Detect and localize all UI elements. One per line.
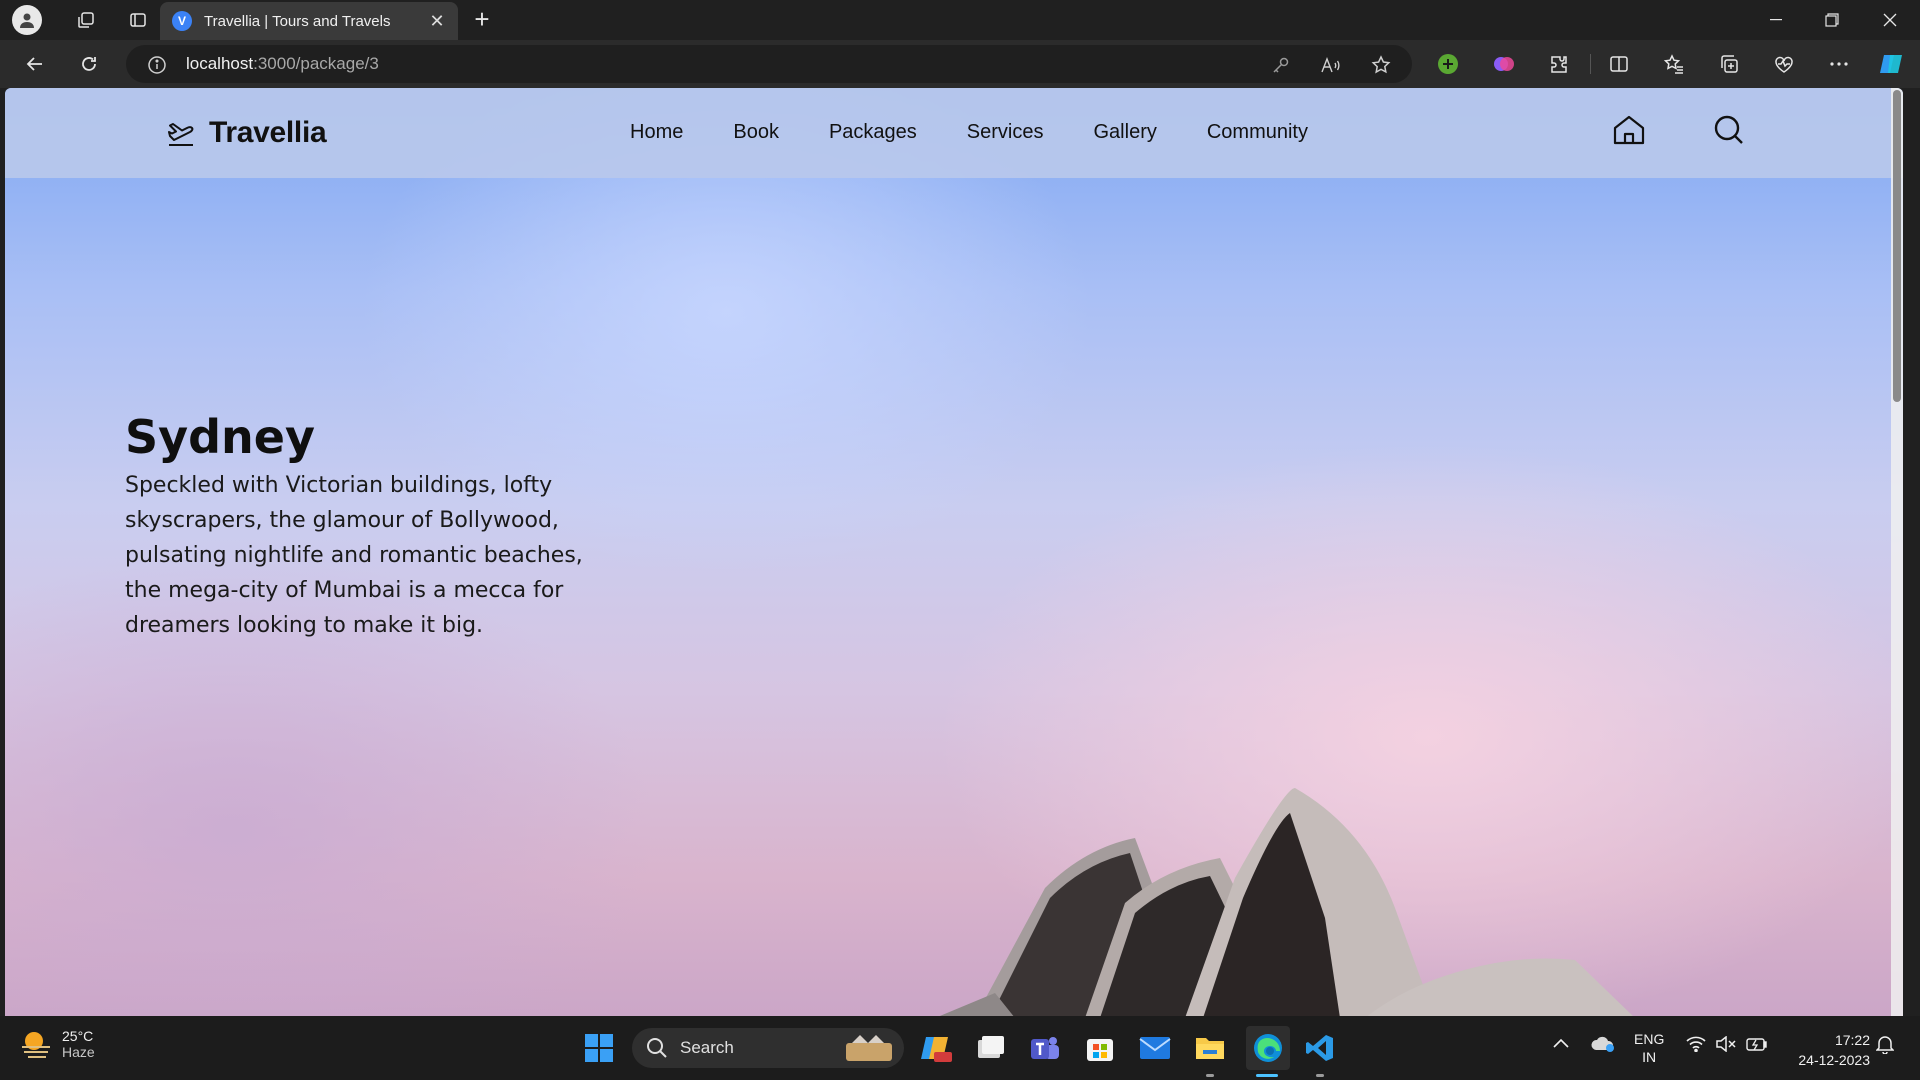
search-icon[interactable]	[1709, 110, 1749, 150]
url-host: localhost	[186, 54, 254, 73]
new-tab-icon[interactable]: +	[468, 6, 496, 34]
notifications-icon[interactable]	[1875, 1034, 1895, 1057]
search-icon	[647, 1038, 667, 1058]
onedrive-icon[interactable]	[1590, 1034, 1616, 1057]
favorites-icon[interactable]	[1660, 50, 1688, 78]
site-info-icon[interactable]	[144, 52, 170, 78]
task-view-icon[interactable]	[973, 1030, 1009, 1066]
browser-tab-bar: V Travellia | Tours and Travels ✕ +	[0, 0, 1920, 40]
language-indicator[interactable]: ENG IN	[1634, 1030, 1664, 1066]
search-highlight-icon	[846, 1035, 892, 1061]
running-indicator	[1316, 1074, 1324, 1077]
region-code: IN	[1642, 1049, 1657, 1065]
refresh-icon[interactable]	[72, 48, 106, 80]
sun-haze-icon	[22, 1032, 50, 1058]
weather-condition: Haze	[62, 1044, 95, 1060]
sydney-opera-house-image	[939, 788, 1633, 1016]
split-screen-icon[interactable]	[1605, 50, 1633, 78]
microsoft-store-icon[interactable]	[1082, 1030, 1118, 1066]
back-icon[interactable]	[18, 48, 52, 80]
profile-icon[interactable]	[12, 5, 42, 35]
start-icon[interactable]	[581, 1030, 617, 1066]
menu-gallery[interactable]: Gallery	[1094, 118, 1157, 146]
menu-packages[interactable]: Packages	[829, 118, 917, 146]
menu-services[interactable]: Services	[967, 118, 1044, 146]
clock-time: 17:22	[1834, 1032, 1870, 1048]
mail-icon[interactable]	[1137, 1030, 1173, 1066]
volume-muted-icon[interactable]	[1716, 1035, 1736, 1055]
scrollbar-thumb[interactable]	[1893, 90, 1901, 402]
active-app-indicator	[1256, 1074, 1278, 1077]
collections-icon[interactable]	[1715, 50, 1743, 78]
menu-home[interactable]: Home	[630, 118, 683, 146]
main-menu: Home Book Packages Services Gallery Comm…	[630, 118, 1308, 146]
more-icon[interactable]	[1825, 50, 1853, 78]
clock[interactable]: 17:22 24-12-2023	[1780, 1030, 1870, 1070]
browser-essentials-icon[interactable]	[1770, 50, 1798, 78]
favorite-star-icon[interactable]	[1368, 52, 1394, 78]
key-icon[interactable]	[1268, 52, 1294, 78]
extension-brain-icon[interactable]	[1490, 50, 1518, 78]
teams-icon[interactable]	[1027, 1030, 1063, 1066]
vscode-icon[interactable]	[1302, 1030, 1338, 1066]
home-icon[interactable]	[1609, 110, 1649, 150]
copilot-icon[interactable]	[1878, 50, 1906, 78]
weather-widget[interactable]: 25°C Haze	[20, 1028, 95, 1060]
url-text[interactable]: localhost:3000/package/3	[186, 54, 379, 74]
hero-description: Speckled with Victorian buildings, lofty…	[125, 473, 583, 638]
extension-add-icon[interactable]	[1434, 50, 1462, 78]
clock-date: 24-12-2023	[1798, 1052, 1870, 1068]
address-bar[interactable]: localhost:3000/package/3	[126, 45, 1412, 83]
language-code: ENG	[1634, 1031, 1665, 1047]
tab-actions-icon[interactable]	[120, 4, 156, 36]
extensions-icon[interactable]	[1545, 50, 1573, 78]
running-indicator	[1206, 1074, 1214, 1077]
toolbar-divider	[1590, 54, 1591, 74]
url-path: :3000/package/3	[253, 54, 379, 73]
edge-browser-icon[interactable]	[1246, 1026, 1290, 1070]
restore-icon[interactable]	[1804, 0, 1860, 40]
menu-book[interactable]: Book	[733, 118, 779, 146]
active-tab[interactable]: V Travellia | Tours and Travels ✕	[160, 2, 458, 40]
tab-close-icon[interactable]: ✕	[426, 11, 448, 32]
minimize-icon[interactable]	[1748, 0, 1804, 40]
web-page: Travellia Home Book Packages Services Ga…	[5, 88, 1903, 1016]
page-scrollbar[interactable]	[1891, 88, 1903, 1016]
tab-favicon: V	[172, 11, 192, 31]
close-window-icon[interactable]	[1862, 0, 1918, 40]
site-navbar: Travellia Home Book Packages Services Ga…	[5, 88, 1903, 178]
weather-temperature: 25°C	[62, 1028, 94, 1044]
show-hidden-icons-icon[interactable]	[1552, 1036, 1570, 1052]
airplane-takeoff-icon	[165, 116, 199, 150]
wifi-icon[interactable]	[1686, 1036, 1706, 1055]
copilot-pre-app-icon[interactable]	[918, 1030, 954, 1066]
hero-title: Sydney	[125, 410, 315, 464]
browser-toolbar: localhost:3000/package/3	[0, 40, 1920, 88]
taskbar: 25°C Haze Search ENG IN 17:22 24-12-2023	[0, 1016, 1920, 1080]
workspaces-icon[interactable]	[68, 4, 104, 36]
site-logo[interactable]: Travellia	[165, 116, 327, 150]
taskbar-search-label: Search	[680, 1038, 734, 1057]
taskbar-search[interactable]: Search	[632, 1028, 904, 1068]
tab-title: Travellia | Tours and Travels	[204, 12, 391, 30]
brand-name: Travellia	[209, 116, 327, 149]
menu-community[interactable]: Community	[1207, 118, 1308, 146]
file-explorer-icon[interactable]	[1192, 1030, 1228, 1066]
battery-icon[interactable]	[1746, 1036, 1768, 1055]
read-aloud-icon[interactable]	[1318, 52, 1344, 78]
